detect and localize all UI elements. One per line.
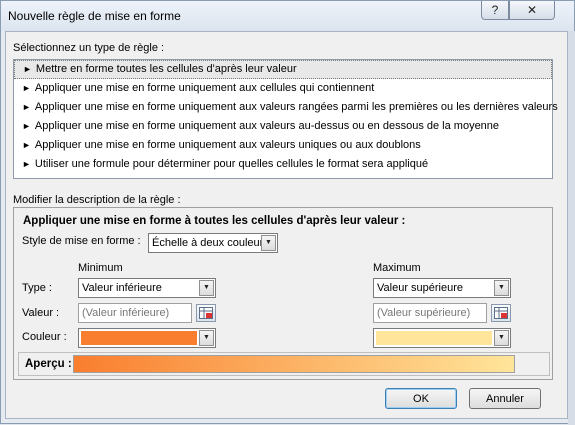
min-type-select[interactable]: Valeur inférieure ▼ xyxy=(78,278,216,298)
maximum-header: Maximum xyxy=(373,262,421,274)
dialog-body: Sélectionnez un type de règle : ► Mettre … xyxy=(5,31,568,419)
preview-frame: Aperçu : xyxy=(18,352,550,376)
rule-type-item[interactable]: ► Utiliser une formule pour déterminer po… xyxy=(14,155,552,174)
window-edge xyxy=(568,31,575,425)
description-heading: Appliquer une mise en forme à toutes les… xyxy=(23,215,406,227)
window-title: Nouvelle règle de mise en forme xyxy=(8,9,181,23)
min-value-reference-button[interactable] xyxy=(196,304,216,322)
dialog-window: Nouvelle règle de mise en forme ? ✕ Séle… xyxy=(0,0,575,425)
title-bar[interactable]: Nouvelle règle de mise en forme ? ✕ xyxy=(1,1,574,31)
type-label: Type : xyxy=(22,282,52,294)
color-label: Couleur : xyxy=(22,331,67,343)
cancel-button[interactable]: Annuler xyxy=(469,388,541,409)
style-select[interactable]: Échelle à deux couleurs ▼ xyxy=(148,233,278,253)
rule-type-item[interactable]: ► Mettre en forme toutes les cellules d'a… xyxy=(14,60,552,79)
preview-gradient xyxy=(73,355,515,373)
triangle-right-icon: ► xyxy=(22,159,31,169)
style-label: Style de mise en forme : xyxy=(22,235,141,247)
rule-type-item[interactable]: ► Appliquer une mise en forme uniquement … xyxy=(14,79,552,98)
rule-type-item-label: Appliquer une mise en forme uniquement a… xyxy=(34,82,375,94)
min-type-value: Valeur inférieure xyxy=(82,282,162,294)
minimum-header: Minimum xyxy=(78,262,123,274)
close-button[interactable]: ✕ xyxy=(509,1,555,20)
chevron-down-icon[interactable]: ▼ xyxy=(199,280,214,296)
rule-description-panel: Appliquer une mise en forme à toutes les… xyxy=(13,207,553,380)
triangle-right-icon: ► xyxy=(22,83,31,93)
max-type-value: Valeur supérieure xyxy=(377,282,464,294)
max-value-input[interactable]: (Valeur supérieure) xyxy=(373,303,487,323)
rule-type-item-label: Appliquer une mise en forme uniquement a… xyxy=(34,139,421,151)
triangle-right-icon: ► xyxy=(22,140,31,150)
rule-type-list[interactable]: ► Mettre en forme toutes les cellules d'a… xyxy=(13,59,558,179)
range-select-icon xyxy=(199,307,213,319)
min-color-select[interactable]: ▼ xyxy=(78,328,216,348)
chevron-down-icon[interactable]: ▼ xyxy=(261,235,276,251)
chevron-down-icon[interactable]: ▼ xyxy=(199,330,214,346)
rule-type-item[interactable]: ► Appliquer une mise en forme uniquement … xyxy=(14,98,558,117)
max-type-select[interactable]: Valeur supérieure ▼ xyxy=(373,278,511,298)
range-select-icon xyxy=(494,307,508,319)
ok-button[interactable]: OK xyxy=(385,388,457,409)
rule-type-item[interactable]: ► Appliquer une mise en forme uniquement … xyxy=(14,117,552,136)
preview-label: Aperçu : xyxy=(25,358,72,370)
max-color-swatch xyxy=(376,331,492,345)
chevron-down-icon[interactable]: ▼ xyxy=(494,280,509,296)
rule-type-label: Sélectionnez un type de règle : xyxy=(13,42,165,54)
triangle-right-icon: ► xyxy=(22,121,31,131)
help-button[interactable]: ? xyxy=(481,1,509,20)
max-value-reference-button[interactable] xyxy=(491,304,511,322)
triangle-right-icon: ► xyxy=(22,102,31,112)
rule-type-item-label: Appliquer une mise en forme uniquement a… xyxy=(34,120,500,132)
style-select-value: Échelle à deux couleurs xyxy=(152,237,269,249)
min-color-swatch xyxy=(81,331,197,345)
min-value-input[interactable]: (Valeur inférieure) xyxy=(78,303,192,323)
value-label: Valeur : xyxy=(22,307,60,319)
max-color-select[interactable]: ▼ xyxy=(373,328,511,348)
rule-type-item-label: Appliquer une mise en forme uniquement a… xyxy=(34,101,558,113)
chevron-down-icon[interactable]: ▼ xyxy=(494,330,509,346)
rule-description-label: Modifier la description de la règle : xyxy=(13,194,181,206)
rule-type-item-label: Utiliser une formule pour déterminer pou… xyxy=(34,158,429,170)
rule-type-item[interactable]: ► Appliquer une mise en forme uniquement … xyxy=(14,136,552,155)
triangle-right-icon: ► xyxy=(23,64,32,74)
rule-type-item-label: Mettre en forme toutes les cellules d'ap… xyxy=(35,63,297,75)
